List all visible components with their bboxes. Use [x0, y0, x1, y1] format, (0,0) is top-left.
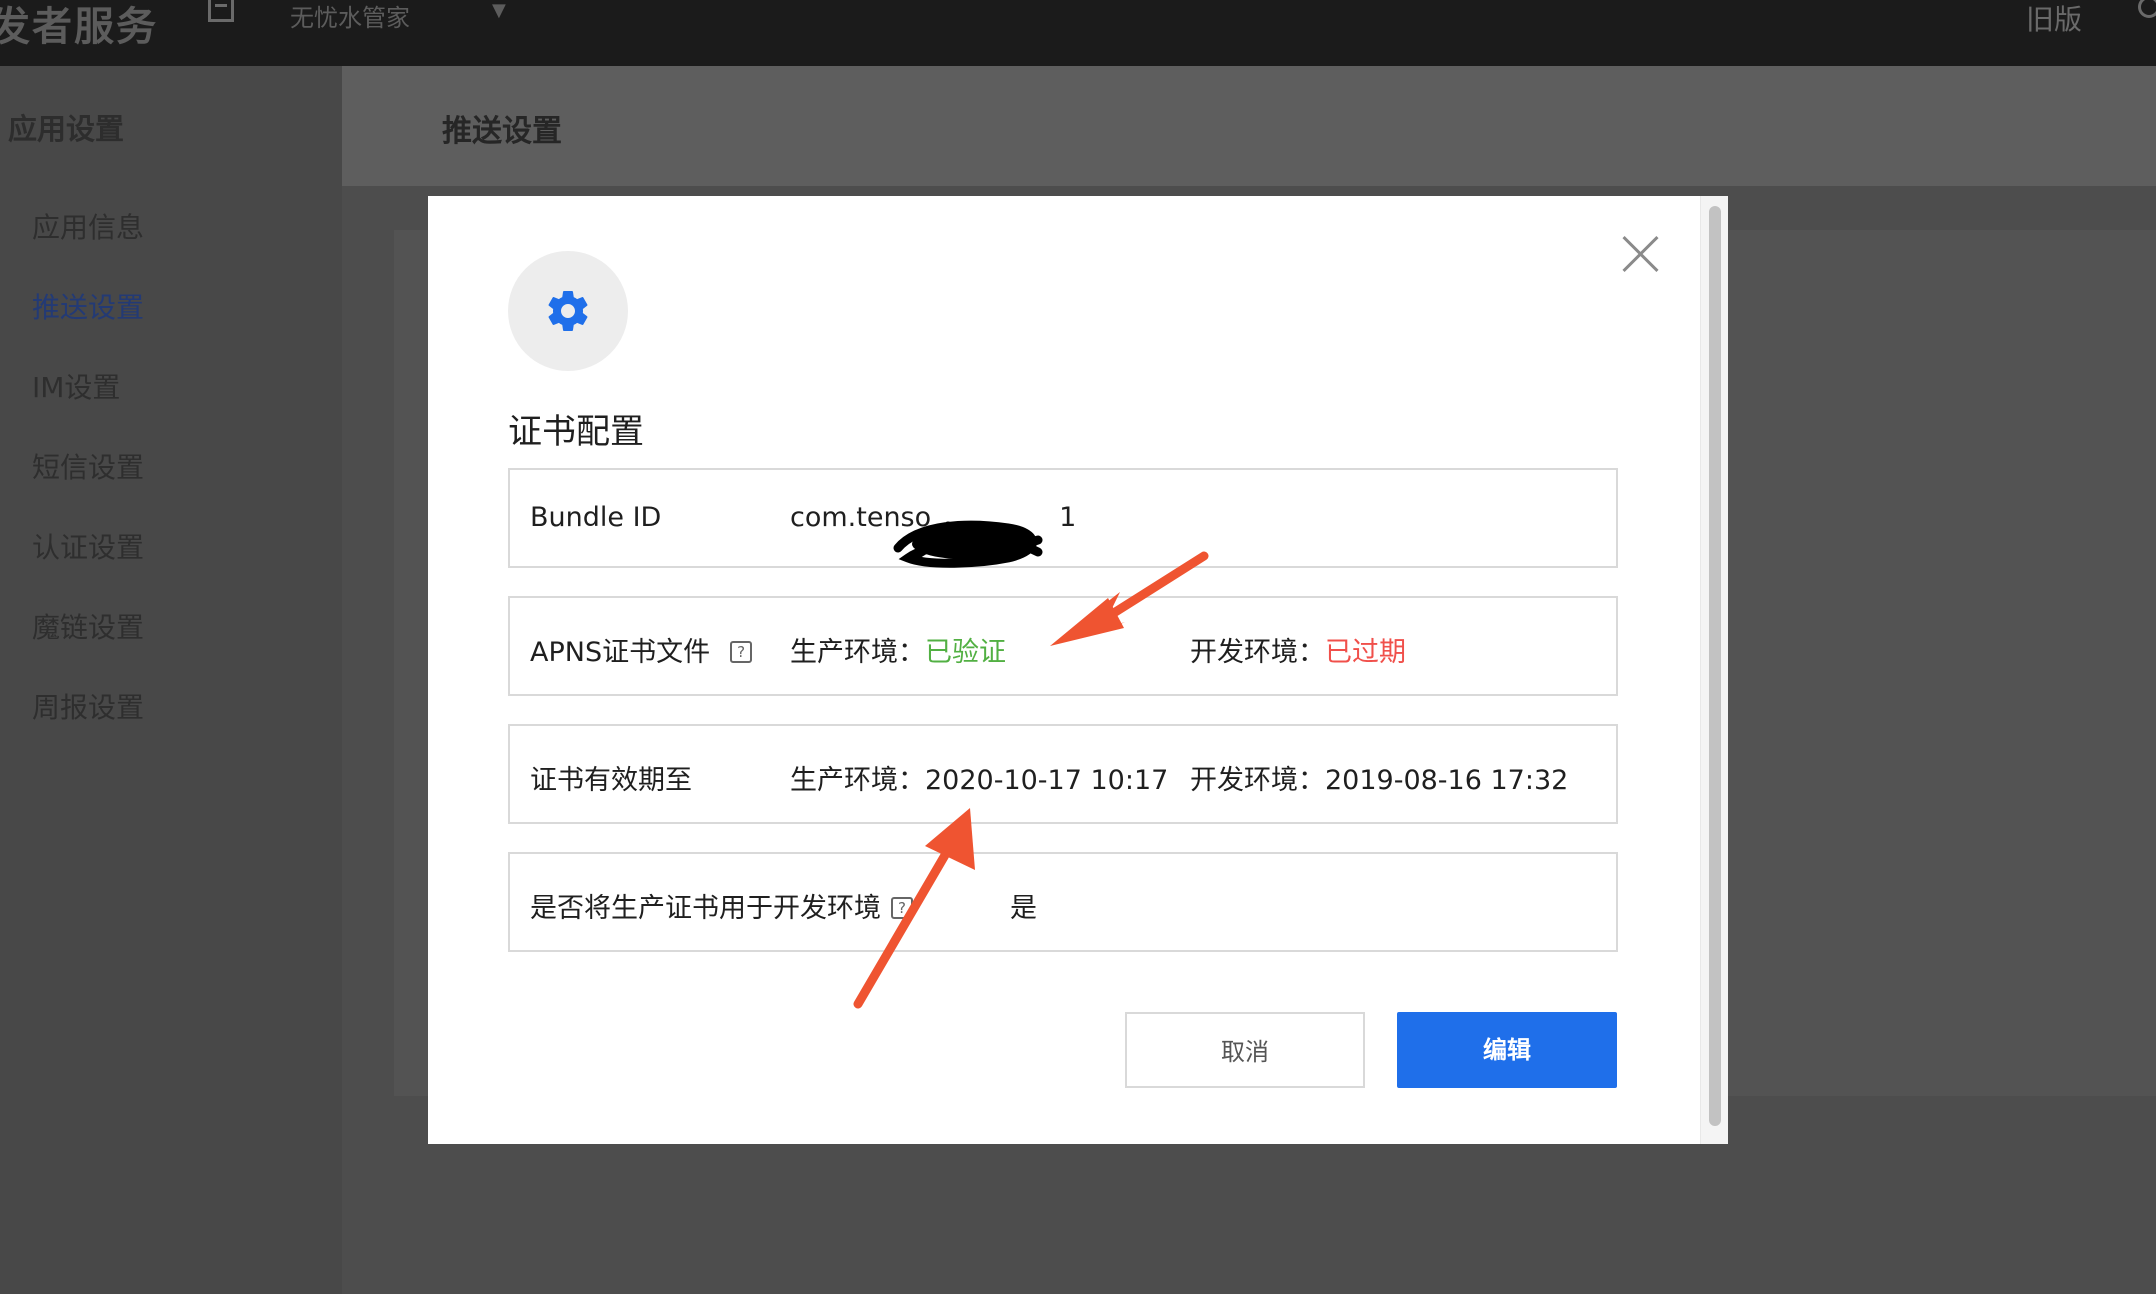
sidebar-item-app-info[interactable]: 应用信息 — [32, 206, 144, 246]
dev-expiry: 开发环境：2019-08-16 17:32 — [1190, 758, 1568, 797]
redaction-scribble — [893, 520, 1043, 568]
close-icon[interactable] — [1619, 232, 1663, 276]
app-selector[interactable]: 无忧水管家 — [290, 0, 410, 33]
use-prod-for-dev-row: 是否将生产证书用于开发环境? 是 — [508, 852, 1618, 952]
apns-dev-label: 开发环境： — [1190, 637, 1325, 668]
modal-scrollbar-thumb[interactable] — [1709, 206, 1721, 1126]
bundle-id-value-tail: 1 — [1059, 502, 1077, 533]
use-prod-for-dev-value: 是 — [1010, 893, 1037, 924]
cert-expiry-row: 证书有效期至 生产环境：2020-10-17 10:17 开发环境：2019-0… — [508, 724, 1618, 824]
page-header: 推送设置 — [342, 66, 2156, 186]
cert-expiry-label: 证书有效期至 — [530, 765, 692, 796]
gear-icon — [548, 291, 588, 331]
apns-cert-row: APNS证书文件? 生产环境：已验证 开发环境：已过期 — [508, 596, 1618, 696]
old-version-link[interactable]: 旧版 — [2026, 0, 2082, 38]
modal-title: 证书配置 — [508, 412, 644, 452]
apns-cert-label: APNS证书文件? — [530, 630, 753, 669]
certificate-config-modal: 证书配置 Bundle ID com.tenso 1 APNS证书文件? 生产环境… — [428, 196, 1728, 1144]
sidebar-item-push-settings[interactable]: 推送设置 — [32, 286, 144, 326]
user-icon[interactable] — [2138, 0, 2156, 18]
brand-title: 发者服务 — [0, 4, 158, 50]
sidebar-title: 应用设置 — [8, 112, 125, 146]
chevron-down-icon[interactable]: ▼ — [492, 0, 506, 21]
apns-cert-label-text: APNS证书文件 — [530, 637, 711, 668]
modal-scrollbar[interactable] — [1700, 196, 1728, 1144]
sidebar-item-sms-settings[interactable]: 短信设置 — [32, 446, 144, 486]
cancel-button[interactable]: 取消 — [1125, 1012, 1365, 1088]
apns-prod-label: 生产环境： — [790, 637, 925, 668]
edit-button[interactable]: 编辑 — [1397, 1012, 1617, 1088]
prod-expiry: 生产环境：2020-10-17 10:17 — [790, 758, 1168, 797]
dev-expiry-label: 开发环境： — [1190, 765, 1325, 796]
bundle-id-value: com.tenso 1 — [790, 502, 1077, 568]
apns-prod-status: 生产环境：已验证 — [790, 630, 1006, 669]
apns-prod-verified: 已验证 — [925, 637, 1006, 668]
bundle-id-row: Bundle ID com.tenso 1 — [508, 468, 1618, 568]
help-icon[interactable]: ? — [730, 640, 753, 663]
page-title: 推送设置 — [442, 114, 562, 149]
gear-icon-badge — [508, 251, 628, 371]
apns-dev-status: 开发环境：已过期 — [1190, 630, 1406, 669]
sidebar-item-auth-settings[interactable]: 认证设置 — [32, 526, 144, 566]
use-prod-for-dev-label-text: 是否将生产证书用于开发环境 — [530, 893, 881, 924]
bundle-id-label: Bundle ID — [530, 502, 662, 533]
use-prod-for-dev-label: 是否将生产证书用于开发环境? — [530, 886, 913, 925]
prod-expiry-date: 2020-10-17 10:17 — [925, 765, 1169, 796]
sidebar-item-magic-link-settings[interactable]: 魔链设置 — [32, 606, 144, 646]
help-icon[interactable]: ? — [891, 896, 913, 919]
apns-dev-expired: 已过期 — [1325, 637, 1406, 668]
doc-icon[interactable] — [208, 0, 234, 22]
sidebar-item-weekly-report-settings[interactable]: 周报设置 — [32, 686, 144, 726]
dev-expiry-date: 2019-08-16 17:32 — [1325, 765, 1569, 796]
top-bar: 发者服务 无忧水管家 ▼ 旧版 — [0, 0, 2156, 66]
prod-expiry-label: 生产环境： — [790, 765, 925, 796]
sidebar-item-im-settings[interactable]: IM设置 — [32, 366, 120, 406]
sidebar: 应用设置 应用信息 推送设置 IM设置 短信设置 认证设置 魔链设置 周报设置 — [0, 66, 342, 1294]
